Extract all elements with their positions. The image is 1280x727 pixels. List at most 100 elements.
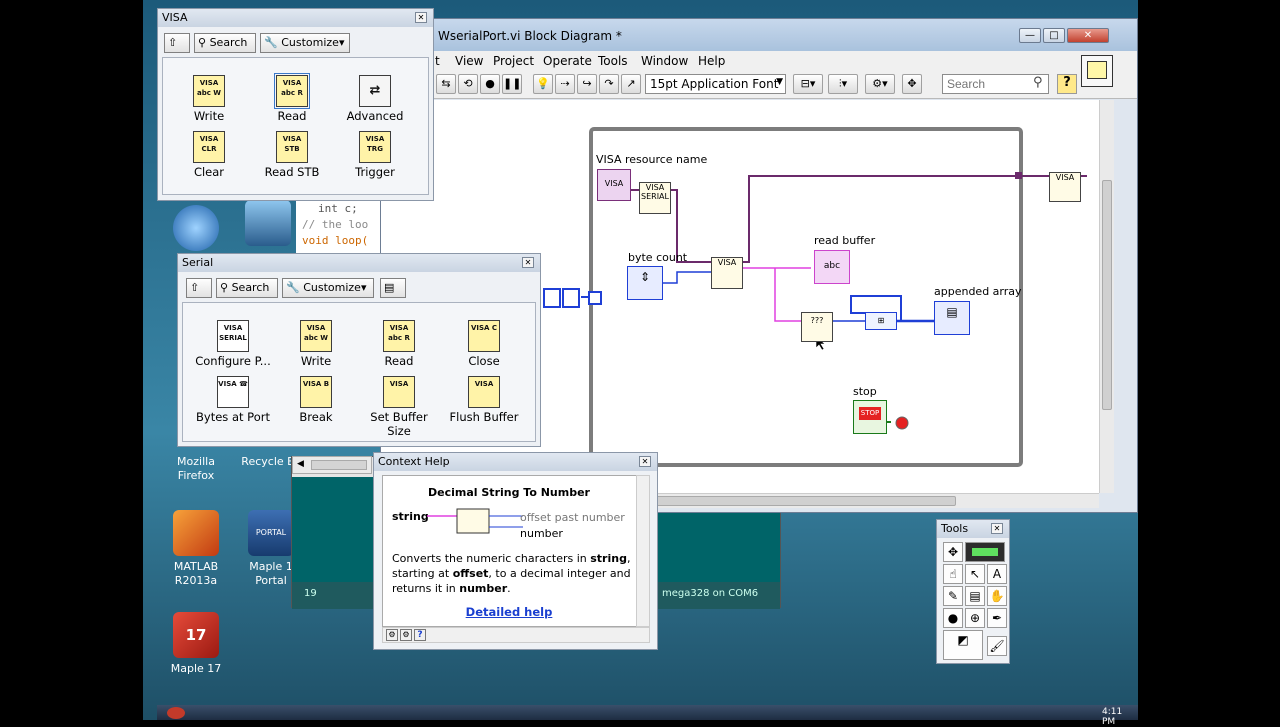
palette-item-trigger[interactable]: VISA TRG Trigger (336, 131, 414, 179)
step-over-icon[interactable]: ↷ (599, 74, 619, 94)
close-icon[interactable]: ✕ (522, 257, 534, 268)
scrollbar-thumb[interactable] (611, 496, 956, 506)
palette-item-bytes-at-port[interactable]: VISA ☎ Bytes at Port (194, 376, 272, 424)
menu-window[interactable]: Window (641, 54, 688, 68)
stop-button-control[interactable]: STOP (853, 400, 887, 434)
menu-edit[interactable]: t (435, 54, 440, 68)
probe-icon[interactable]: ⊕ (965, 608, 985, 628)
optional-terminals-icon[interactable]: ⚙ (400, 629, 412, 641)
edit-text-icon[interactable]: A (987, 564, 1007, 584)
palette-item-write[interactable]: VISA abc W Write (170, 75, 248, 123)
set-color-icon[interactable]: ◩ (943, 630, 983, 660)
step-out-icon[interactable]: ↗ (621, 74, 641, 94)
start-icon[interactable] (167, 707, 185, 719)
get-color-icon[interactable]: ✒ (987, 608, 1007, 628)
visa-resource-control[interactable]: VISA (597, 169, 631, 201)
menu-view[interactable]: View (455, 54, 483, 68)
visa-close-node[interactable]: VISA (1049, 172, 1081, 202)
palette-title-bar[interactable]: Context Help ✕ (374, 453, 657, 471)
vertical-scrollbar[interactable] (636, 475, 650, 627)
palette-item-advanced[interactable]: ⇄ Advanced (336, 75, 414, 123)
context-help-button[interactable]: ? (1057, 74, 1077, 94)
menu-operate[interactable]: Operate (543, 54, 592, 68)
desktop-icon-firefox[interactable]: Mozilla Firefox (161, 455, 231, 483)
minimize-button[interactable]: — (1019, 28, 1041, 43)
scroll-window-icon[interactable]: ✋ (987, 586, 1007, 606)
font-select[interactable]: 15pt Application Font ▼ (645, 74, 786, 94)
lock-icon[interactable]: ⚙ (386, 629, 398, 641)
palette-item-break[interactable]: VISA B Break (277, 376, 355, 424)
palette-item-close[interactable]: VISA C Close (445, 320, 523, 368)
palette-title-bar[interactable]: Serial ✕ (178, 254, 540, 272)
palette-item-read[interactable]: VISA abc R Read (253, 73, 331, 123)
pause-icon[interactable]: ❚❚ (502, 74, 522, 94)
palette-item-read-stb[interactable]: VISA STB Read STB (253, 131, 331, 179)
breakpoint-icon[interactable]: ● (943, 608, 963, 628)
palette-title-bar[interactable]: Tools ✕ (937, 520, 1009, 538)
desktop-icon-matlab[interactable]: MATLAB R2013a (161, 510, 231, 588)
vertical-scrollbar[interactable] (1099, 100, 1114, 493)
auto-tool-icon[interactable]: ✥ (943, 542, 963, 562)
align-objects-icon[interactable]: ⊟▾ (793, 74, 823, 94)
menu-help[interactable]: Help (698, 54, 725, 68)
search-button[interactable]: ⚲ Search (194, 33, 256, 53)
palette-item-flush-buffer[interactable]: VISA Flush Buffer (445, 376, 523, 424)
up-arrow-button[interactable]: ⇧ (186, 278, 212, 298)
palette-scrollbar[interactable]: ◀ (292, 456, 372, 474)
visa-configure-serial-node[interactable]: VISA SERIAL (639, 182, 671, 214)
palette-item-configure-port[interactable]: VISA SERIAL Configure P... (194, 320, 272, 368)
byte-count-control[interactable]: ⇕ (627, 266, 663, 300)
auto-tool-indicator[interactable] (965, 542, 1005, 562)
detailed-help-link[interactable]: Detailed help (383, 605, 635, 619)
search-button[interactable]: ⚲ Search (216, 278, 278, 298)
step-into-icon[interactable]: ↪ (577, 74, 597, 94)
desktop-icon-computer[interactable] (233, 200, 303, 250)
reorder-icon[interactable]: ⚙▾ (865, 74, 895, 94)
decimal-string-to-number-node[interactable]: ??? (801, 312, 833, 342)
help-icon[interactable]: ? (414, 629, 426, 641)
build-array-node[interactable]: ⊞ (865, 312, 897, 330)
desktop-icon-maple17[interactable]: 17 Maple 17 (161, 612, 231, 676)
highlight-execution-icon[interactable]: 💡 (533, 74, 553, 94)
context-help-window[interactable]: Context Help ✕ Decimal String To Number … (373, 452, 658, 650)
chevron-left-icon[interactable]: ◀ (297, 459, 304, 469)
menu-project[interactable]: Project (493, 54, 534, 68)
maximize-button[interactable]: □ (1043, 28, 1065, 43)
run-continuously-2-icon[interactable]: ⟲ (458, 74, 478, 94)
palette-item-set-buffer-size[interactable]: VISA Set Buffer Size (360, 376, 438, 438)
shortcut-menu-icon[interactable]: ▤ (965, 586, 985, 606)
menu-tools[interactable]: Tools (598, 54, 628, 68)
position-size-icon[interactable]: ↖ (965, 564, 985, 584)
close-icon[interactable]: ✕ (639, 456, 651, 467)
abort-icon[interactable]: ● (480, 74, 500, 94)
desktop-icon-safari[interactable] (161, 205, 231, 255)
connect-wire-icon[interactable]: ✎ (943, 586, 963, 606)
close-icon[interactable]: ✕ (415, 12, 427, 23)
vi-icon[interactable] (1081, 55, 1113, 87)
palette-item-write[interactable]: VISA abc W Write (277, 320, 355, 368)
distribute-objects-icon[interactable]: ⫶▾ (828, 74, 858, 94)
up-arrow-button[interactable]: ⇧ (164, 33, 190, 53)
serial-palette[interactable]: Serial ✕ ⇧ ⚲ Search 🔧 Customize▾ ▤ VISA … (177, 253, 541, 447)
scrollbar-thumb[interactable] (1102, 180, 1112, 410)
palette-item-read[interactable]: VISA abc R Read (360, 320, 438, 368)
customize-button[interactable]: 🔧 Customize▾ (282, 278, 374, 298)
palette-title-bar[interactable]: VISA ✕ (158, 9, 433, 27)
tools-palette[interactable]: Tools ✕ ✥ ☝ ↖ A ✎ ▤ ✋ ● ⊕ ✒ ◩ 🖌 (936, 519, 1010, 664)
paintbrush-icon[interactable]: 🖌 (987, 636, 1007, 656)
code-editor[interactable]: int c; // the loo void loop( (296, 196, 382, 256)
run-continuously-icon[interactable]: ⇆ (436, 74, 456, 94)
visa-read-node[interactable]: VISA (711, 257, 743, 289)
view-options-button[interactable]: ▤ (380, 278, 406, 298)
clean-up-diagram-icon[interactable]: ✥ (902, 74, 922, 94)
operate-value-icon[interactable]: ☝ (943, 564, 963, 584)
retain-wire-values-icon[interactable]: ⇢ (555, 74, 575, 94)
scrollbar-thumb[interactable] (311, 460, 367, 470)
visa-palette[interactable]: VISA ✕ ⇧ ⚲ Search 🔧 Customize▾ VISA abc … (157, 8, 434, 201)
close-icon[interactable]: ✕ (991, 523, 1003, 534)
search-icon[interactable]: ⚲ (1033, 75, 1043, 90)
customize-button[interactable]: 🔧 Customize▾ (260, 33, 350, 53)
close-button[interactable]: ✕ (1067, 28, 1109, 43)
palette-item-clear[interactable]: VISA CLR Clear (170, 131, 248, 179)
title-bar[interactable]: WserialPort.vi Block Diagram * — □ ✕ (381, 19, 1137, 51)
